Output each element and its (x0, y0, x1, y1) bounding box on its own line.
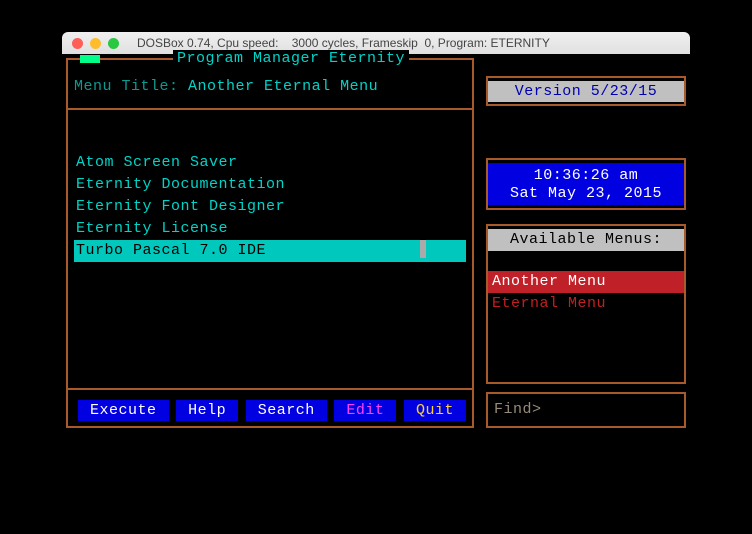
edit-button[interactable]: Edit (334, 400, 396, 421)
search-button[interactable]: Search (246, 400, 327, 421)
menu-item[interactable]: Eternal Menu (488, 293, 684, 315)
program-item[interactable]: Eternity Font Designer (74, 196, 466, 218)
main-panel: Program Manager Eternity Menu Title: Ano… (66, 58, 474, 428)
scrollbar-thumb[interactable] (420, 240, 426, 258)
program-item[interactable]: Eternity Documentation (74, 174, 466, 196)
close-icon[interactable] (72, 38, 83, 49)
menu-item-selected[interactable]: Another Menu (488, 271, 684, 293)
button-row: Execute Help Search Edit Quit (78, 400, 466, 421)
find-panel: Find> (486, 392, 686, 428)
available-menus-panel: Available Menus: Another Menu Eternal Me… (486, 224, 686, 384)
execute-button[interactable]: Execute (78, 400, 169, 421)
dos-screen: Program Manager Eternity Menu Title: Ano… (62, 54, 690, 474)
help-button[interactable]: Help (176, 400, 238, 421)
minimize-icon[interactable] (90, 38, 101, 49)
clock-strip: 10:36:26 am Sat May 23, 2015 (488, 163, 684, 205)
clock-time: 10:36:26 am (488, 167, 684, 184)
divider (68, 388, 472, 390)
divider (68, 108, 472, 110)
available-menus-header: Available Menus: (488, 229, 684, 251)
maximize-icon[interactable] (108, 38, 119, 49)
close-box-icon[interactable] (80, 55, 100, 63)
program-item[interactable]: Eternity License (74, 218, 466, 240)
menu-title-row: Menu Title: Another Eternal Menu (74, 78, 466, 95)
program-item-selected[interactable]: Turbo Pascal 7.0 IDE (74, 240, 466, 262)
window-title: DOSBox 0.74, Cpu speed: 3000 cycles, Fra… (137, 36, 550, 50)
find-prompt[interactable]: Find> (488, 394, 684, 426)
menu-title-value: Another Eternal Menu (188, 78, 378, 95)
program-item[interactable]: Atom Screen Saver (74, 152, 466, 174)
app-title: Program Manager Eternity (173, 50, 409, 67)
program-list: Atom Screen Saver Eternity Documentation… (74, 152, 466, 262)
version-label: Version 5/23/15 (488, 81, 684, 102)
version-panel: Version 5/23/15 (486, 76, 686, 106)
clock-date: Sat May 23, 2015 (488, 185, 684, 202)
menu-title-label: Menu Title: (74, 78, 179, 95)
clock-panel: 10:36:26 am Sat May 23, 2015 (486, 158, 686, 210)
traffic-lights (72, 38, 119, 49)
quit-button[interactable]: Quit (404, 400, 466, 421)
